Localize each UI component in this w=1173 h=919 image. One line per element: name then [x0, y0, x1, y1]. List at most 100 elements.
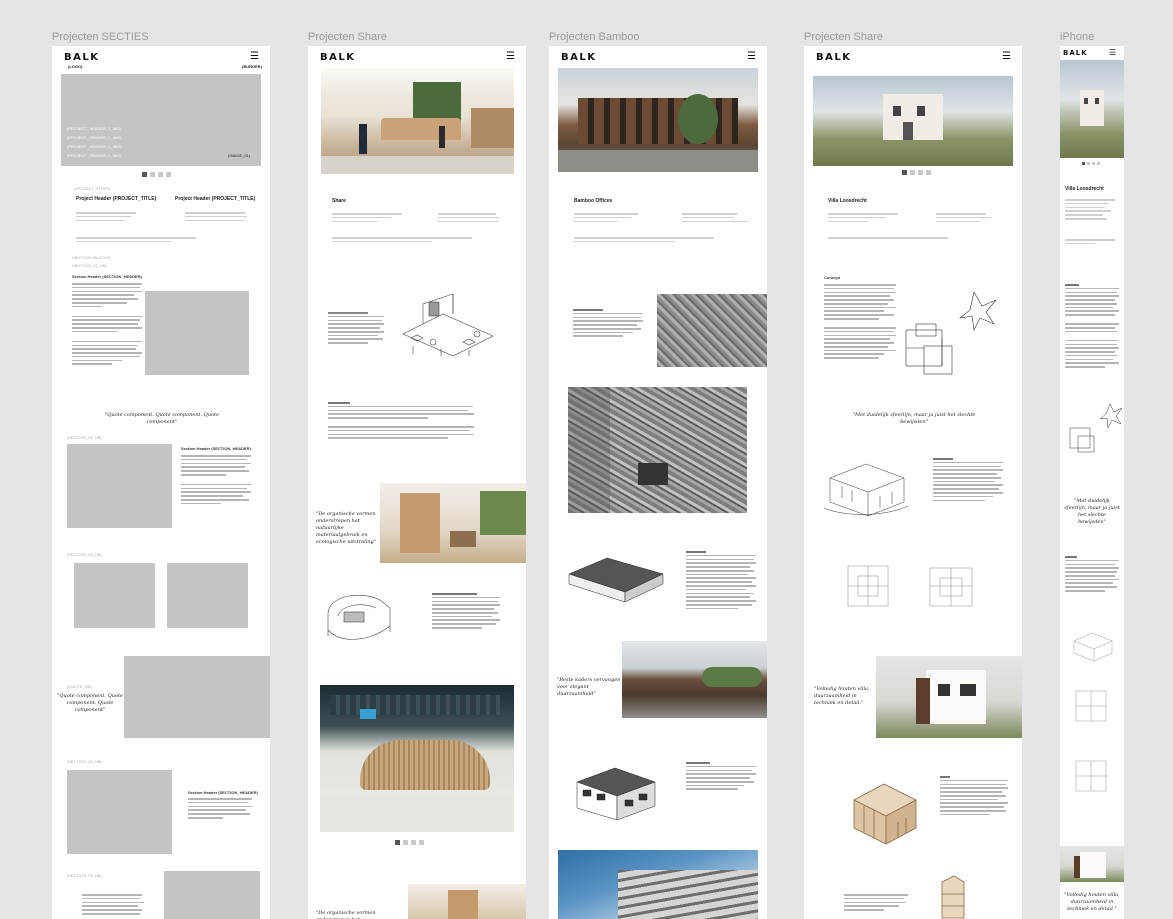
frame-iphone: BALK ☰ Villa Loosdrecht "Met duidelijk s…	[1060, 46, 1124, 919]
project-header-photo	[558, 68, 758, 172]
project-title: Villa Loosdrecht	[828, 198, 867, 204]
project-photo-exterior	[622, 641, 767, 718]
section-image-placeholder	[67, 444, 172, 528]
section-image-placeholder	[74, 563, 155, 628]
image-tag-label: (IMAGE_01)	[228, 153, 251, 158]
brand-logo[interactable]: BALK	[1063, 49, 1088, 57]
carousel-dot[interactable]	[395, 840, 400, 845]
quote-text: "Volledig houten villa, duurzaamheid in …	[814, 686, 870, 706]
brand-logo[interactable]: BALK	[64, 52, 99, 63]
project-header-photo	[1060, 60, 1124, 158]
carousel-dot[interactable]	[1087, 162, 1090, 165]
frame-share: BALK ☰ Share "De organische vormen onder…	[308, 46, 526, 919]
quote-text: "Met duidelijk sfeerlijn, maar ja juist …	[1064, 498, 1120, 525]
section-image-placeholder	[67, 770, 172, 854]
project-photo-villa	[1060, 846, 1124, 882]
project-meta-right	[185, 212, 255, 223]
carousel-dot[interactable]	[1082, 162, 1085, 165]
burger-icon[interactable]: ☰	[506, 51, 515, 62]
carousel-dot[interactable]	[411, 840, 416, 845]
quote-text: "Volledig houten villa, duurzaamheid in …	[1064, 892, 1120, 912]
project-photo-facade	[558, 850, 758, 919]
burger-icon[interactable]: ☰	[1002, 51, 1011, 62]
section-body-text	[686, 762, 758, 792]
project-intro-text	[332, 237, 482, 245]
frame-villa: BALK ☰ Villa Loosdrecht Concept "Met dui…	[804, 46, 1022, 919]
project-photo-interior	[408, 884, 526, 919]
project-photo-interior	[380, 483, 526, 563]
carousel-dot[interactable]	[419, 840, 424, 845]
burger-icon[interactable]: ☰	[250, 51, 259, 62]
floorplan-drawings	[1073, 632, 1113, 792]
frame-label-villa[interactable]: Projecten Share	[804, 31, 883, 43]
section-body-text	[1065, 556, 1120, 594]
section-body-text	[844, 894, 910, 913]
project-meta	[1065, 199, 1120, 222]
section-body-text	[573, 309, 643, 339]
carousel-dot[interactable]	[1092, 162, 1095, 165]
section-heading: (SECTION_03_HB)	[67, 552, 102, 557]
project-meta-left	[332, 213, 412, 224]
brand-logo[interactable]: BALK	[320, 52, 355, 63]
timber-frame-sketch	[853, 783, 917, 845]
carousel-dot[interactable]	[918, 170, 923, 175]
carousel-dots[interactable]	[1082, 162, 1100, 165]
carousel-dots[interactable]	[902, 170, 931, 175]
project-intro-label: (PROJECT_INTRO)	[74, 186, 110, 191]
frame-bamboo: BALK ☰ Bamboo Offices "Beste kaders verv…	[549, 46, 767, 919]
logo-placeholder-label: (LOGO)	[68, 64, 83, 69]
section-heading: (QUOTE_HB)	[67, 684, 92, 689]
section-heading: (SECTION_BLOCKS)	[72, 255, 111, 260]
carousel-dot[interactable]	[150, 172, 155, 177]
frame-label-secties[interactable]: Projecten SECTIES	[52, 31, 149, 43]
frame-label-share[interactable]: Projecten Share	[308, 31, 387, 43]
carousel-dot[interactable]	[158, 172, 163, 177]
floorplan-drawings	[847, 565, 973, 607]
section-body-text	[686, 551, 758, 612]
project-title: Bamboo Offices	[574, 198, 613, 204]
project-meta-left	[828, 213, 908, 224]
header-image-label: (PROJECT_HEADER_4_IMG)	[67, 153, 122, 158]
concept-text	[328, 402, 478, 441]
header-image-placeholder: (PROJECT_HEADER_1_IMG) (PROJECT_HEADER_2…	[61, 74, 261, 166]
project-meta-right	[936, 213, 1016, 224]
brand-logo[interactable]: BALK	[816, 52, 851, 63]
brand-logo[interactable]: BALK	[561, 52, 596, 63]
section-image-placeholder	[167, 563, 248, 628]
project-header-left: Project Header (PROJECT_TITLE)	[76, 196, 157, 202]
project-meta-right	[438, 213, 518, 224]
section-body-text	[824, 284, 898, 361]
carousel-dots[interactable]	[395, 840, 424, 845]
project-intro-text	[1065, 239, 1120, 247]
project-title: Villa Loosdrecht	[1065, 186, 1104, 192]
burger-icon[interactable]: ☰	[1109, 48, 1116, 57]
section-label: Concept	[824, 275, 840, 280]
carousel-dot[interactable]	[902, 170, 907, 175]
frame-label-iphone[interactable]: iPhone	[1060, 31, 1094, 43]
floorplan-sketch	[905, 291, 997, 375]
section-body-text	[72, 283, 144, 367]
burger-icon[interactable]: ☰	[747, 51, 756, 62]
carousel-dot[interactable]	[1097, 162, 1100, 165]
floorplan-sketch	[1069, 403, 1122, 453]
carousel-dot[interactable]	[403, 840, 408, 845]
frame-label-bamboo[interactable]: Projecten Bamboo	[549, 31, 640, 43]
carousel-dot[interactable]	[142, 172, 147, 177]
carousel-dot[interactable]	[910, 170, 915, 175]
project-photo-reception	[320, 685, 514, 832]
timber-detail-sketch	[941, 875, 965, 919]
header-image-label: (PROJECT_HEADER_3_IMG)	[67, 144, 122, 149]
isometric-building-sketch-2	[576, 767, 656, 821]
section-body-text	[432, 593, 502, 631]
carousel-dots[interactable]	[142, 172, 171, 177]
section-heading: (SECTION_01_HB)	[72, 263, 107, 268]
carousel-dot[interactable]	[926, 170, 931, 175]
isometric-building-sketch	[568, 557, 664, 603]
isometric-furniture-sketch	[327, 594, 391, 640]
quote-text: "De organische vormen onderstrepen het n…	[316, 910, 376, 919]
section-header-label: Section Header (SECTION_HEADER)	[72, 274, 142, 279]
carousel-dot[interactable]	[166, 172, 171, 177]
section-image-placeholder	[164, 871, 260, 919]
aerial-photo-1	[657, 294, 767, 367]
section-header-label: Section Header (SECTION_HEADER)	[188, 790, 258, 795]
